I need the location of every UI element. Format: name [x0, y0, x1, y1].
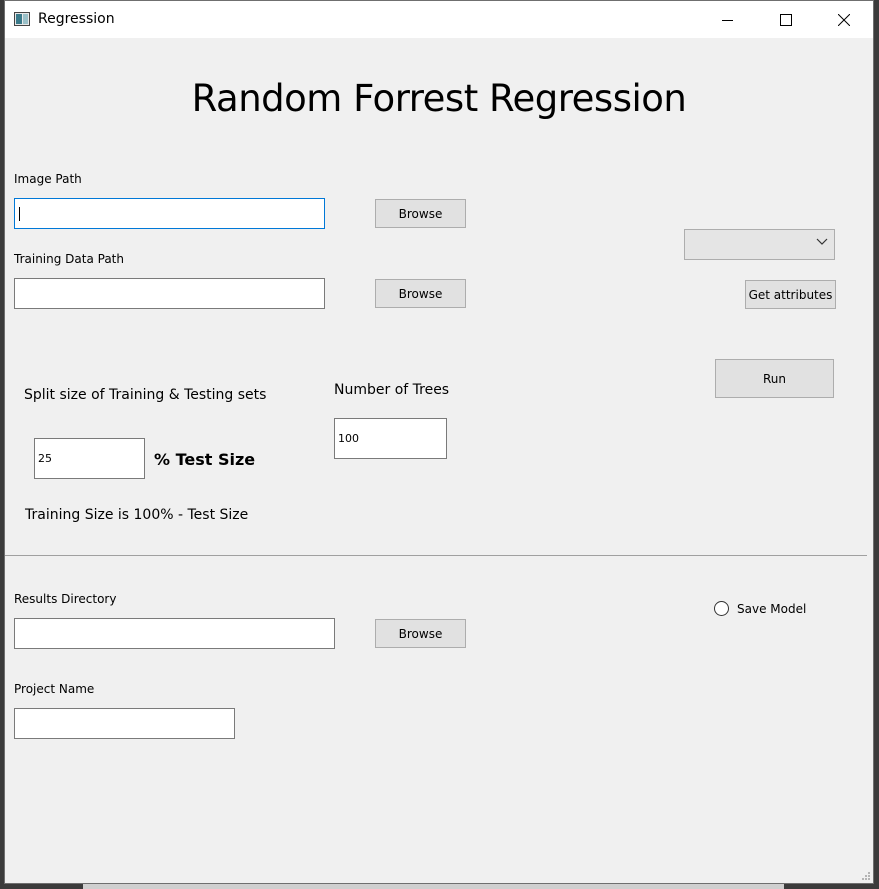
split-size-label: Split size of Training & Testing sets — [24, 387, 267, 403]
test-size-unit-label: % Test Size — [154, 450, 256, 469]
number-of-trees-input[interactable]: 100 — [334, 418, 447, 459]
minimize-button[interactable] — [699, 1, 757, 38]
image-path-browse-button[interactable]: Browse — [375, 199, 466, 228]
maximize-button[interactable] — [757, 1, 815, 38]
text-caret — [19, 206, 20, 221]
chevron-down-icon — [816, 238, 828, 245]
number-of-trees-value: 100 — [338, 432, 359, 445]
save-model-radio[interactable] — [714, 601, 729, 616]
training-data-browse-button[interactable]: Browse — [375, 279, 466, 308]
save-model-label[interactable]: Save Model — [737, 602, 806, 616]
training-size-note: Training Size is 100% - Test Size — [25, 507, 249, 523]
results-directory-input[interactable] — [14, 618, 335, 649]
image-path-label: Image Path — [14, 172, 82, 186]
test-size-value: 25 — [38, 452, 52, 465]
test-size-input[interactable]: 25 — [34, 438, 145, 479]
project-name-label: Project Name — [14, 682, 95, 696]
number-of-trees-label: Number of Trees — [334, 382, 450, 398]
minimize-icon — [722, 19, 733, 21]
app-window: Regression Random Forrest Regression Ima… — [4, 0, 874, 884]
get-attributes-button[interactable]: Get attributes — [745, 280, 836, 309]
horizontal-scrollbar[interactable] — [83, 884, 784, 889]
close-button[interactable] — [815, 1, 873, 38]
training-data-path-input[interactable] — [14, 278, 325, 309]
close-icon — [838, 13, 850, 26]
maximize-icon — [780, 13, 792, 26]
window-title: Regression — [38, 11, 115, 27]
app-icon — [14, 12, 30, 26]
title-bar[interactable]: Regression — [5, 1, 873, 38]
project-name-input[interactable] — [14, 708, 235, 739]
training-data-path-label: Training Data Path — [14, 252, 124, 266]
attributes-dropdown[interactable] — [684, 229, 835, 260]
image-path-input[interactable] — [14, 198, 325, 229]
section-divider — [5, 555, 867, 556]
page-title: Random Forrest Regression — [191, 77, 687, 120]
resize-grip-icon[interactable] — [861, 871, 871, 881]
results-browse-button[interactable]: Browse — [375, 619, 466, 648]
results-directory-label: Results Directory — [14, 592, 117, 606]
run-button[interactable]: Run — [715, 359, 834, 398]
